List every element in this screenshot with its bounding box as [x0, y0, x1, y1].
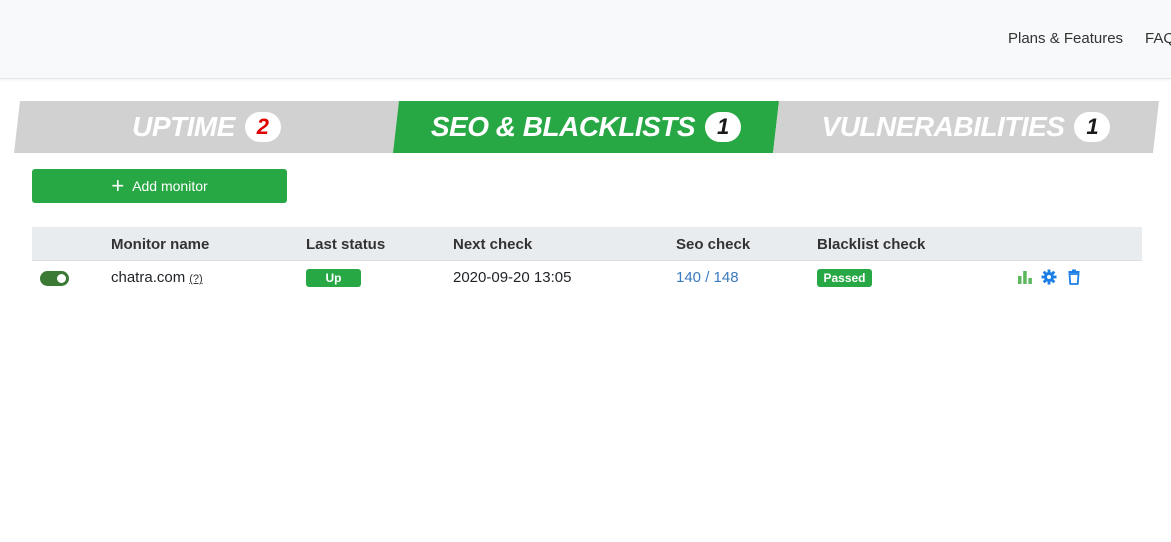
monitor-enabled-toggle[interactable]: [40, 271, 69, 286]
tab-uptime-count-badge: 2: [245, 112, 281, 142]
tab-vulnerabilities[interactable]: VULNERABILITIES 1: [773, 101, 1159, 153]
column-header-seo-check: Seo check: [676, 236, 751, 253]
nav-faq-link[interactable]: FAQ: [1145, 30, 1171, 47]
column-header-next-check: Next check: [453, 236, 533, 253]
toggle-knob: [57, 274, 66, 283]
seo-check-link[interactable]: 140 / 148: [676, 269, 739, 286]
nav-plans-features-link[interactable]: Plans & Features: [1008, 30, 1123, 47]
next-check-value: 2020-09-20 13:05: [453, 269, 572, 286]
status-badge: Up: [306, 269, 361, 287]
tab-uptime[interactable]: UPTIME 2: [14, 101, 399, 153]
blacklist-status-badge: Passed: [817, 269, 872, 287]
bar-chart-icon[interactable]: [1017, 269, 1033, 285]
tab-vulnerabilities-count-badge: 1: [1074, 112, 1110, 142]
help-tooltip-trigger[interactable]: (?): [189, 273, 202, 285]
tab-seo-blacklists-label: SEO & BLACKLISTS: [430, 111, 696, 142]
column-header-last-status: Last status: [306, 236, 386, 253]
tab-vulnerabilities-label: VULNERABILITIES: [821, 111, 1065, 142]
tab-seo-blacklists-count-badge: 1: [705, 112, 741, 142]
monitor-type-tabs: UPTIME 2 SEO & BLACKLISTS 1 VULNERABILIT…: [0, 101, 1171, 153]
plus-icon: +: [111, 173, 125, 198]
gear-icon[interactable]: [1041, 269, 1057, 285]
column-header-monitor-name: Monitor name: [111, 236, 210, 253]
monitors-table-header: Monitor name Last status Next check Seo …: [32, 227, 1142, 261]
top-navbar: Plans & Features FAQ: [0, 0, 1171, 79]
table-row: chatra.com (?) Up 2020-09-20 13:05 140 / …: [32, 261, 1142, 295]
tab-seo-blacklists[interactable]: SEO & BLACKLISTS 1: [393, 101, 779, 153]
column-header-blacklist-check: Blacklist check: [817, 236, 926, 253]
monitor-name: chatra.com: [111, 269, 186, 286]
add-monitor-button[interactable]: + Add monitor: [32, 169, 287, 203]
monitor-name-cell: chatra.com (?): [111, 269, 203, 286]
tab-uptime-label: UPTIME: [132, 111, 235, 142]
trash-icon[interactable]: [1066, 269, 1082, 285]
add-monitor-label: Add monitor: [132, 178, 208, 194]
